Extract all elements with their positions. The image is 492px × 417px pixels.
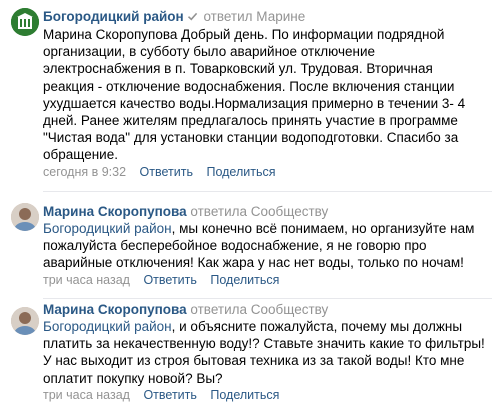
comment-text: Марина Скоропупова Добрый день. По инфор…	[43, 27, 466, 163]
mention-link[interactable]: Богородицкий район	[43, 319, 172, 334]
reply-to-link[interactable]: Сообществу	[251, 302, 329, 317]
reply-button[interactable]: Ответить	[143, 273, 196, 287]
comment: Богородицкий район ответил Марине Марина…	[0, 0, 492, 182]
reply-action: ответила	[190, 302, 247, 317]
author-link[interactable]: Марина Скоропупова	[43, 204, 187, 219]
share-button[interactable]: Поделиться	[206, 165, 275, 179]
comment-text: Богородицкий район, мы конечно всё поним…	[43, 220, 486, 272]
user-photo-icon	[11, 307, 39, 335]
comment-text: Богородицкий район, и объясните пожалуйс…	[43, 318, 486, 387]
comment: Марина Скоропупова ответила Сообществу Б…	[0, 299, 492, 417]
comment-meta: сегодня в 9:32 Ответить Поделиться	[43, 164, 486, 181]
community-avatar[interactable]	[11, 8, 39, 36]
comment-meta: три часа назад Ответить Поделиться	[43, 387, 486, 404]
reply-to-link[interactable]: Марине	[256, 9, 305, 24]
reply-to-link[interactable]: Сообществу	[251, 204, 329, 219]
reply-action: ответил	[203, 9, 253, 24]
reply-button[interactable]: Ответить	[140, 165, 193, 179]
share-button[interactable]: Поделиться	[210, 388, 279, 402]
user-photo-icon	[11, 203, 39, 231]
comment-header: Марина Скоропупова ответила Сообществу	[43, 301, 486, 318]
user-avatar[interactable]	[11, 307, 39, 335]
mention-link[interactable]: Богородицкий район	[43, 221, 172, 236]
community-logo-icon	[11, 8, 39, 36]
author-link[interactable]: Богородицкий район	[43, 9, 184, 24]
comment-meta: три часа назад Ответить Поделиться	[43, 272, 486, 289]
user-avatar[interactable]	[11, 203, 39, 231]
comment-time[interactable]: три часа назад	[43, 388, 130, 402]
reply-action: ответила	[190, 204, 247, 219]
comment-header: Богородицкий район ответил Марине	[43, 8, 486, 26]
comment-time[interactable]: три часа назад	[43, 273, 130, 287]
comment-header: Марина Скоропупова ответила Сообществу	[43, 203, 486, 220]
comment: Марина Скоропупова ответила Сообществу Б…	[0, 192, 492, 292]
author-link[interactable]: Марина Скоропупова	[43, 302, 187, 317]
share-button[interactable]: Поделиться	[210, 273, 279, 287]
verified-check-icon	[187, 9, 198, 26]
reply-button[interactable]: Ответить	[143, 388, 196, 402]
comment-time[interactable]: сегодня в 9:32	[43, 165, 126, 179]
